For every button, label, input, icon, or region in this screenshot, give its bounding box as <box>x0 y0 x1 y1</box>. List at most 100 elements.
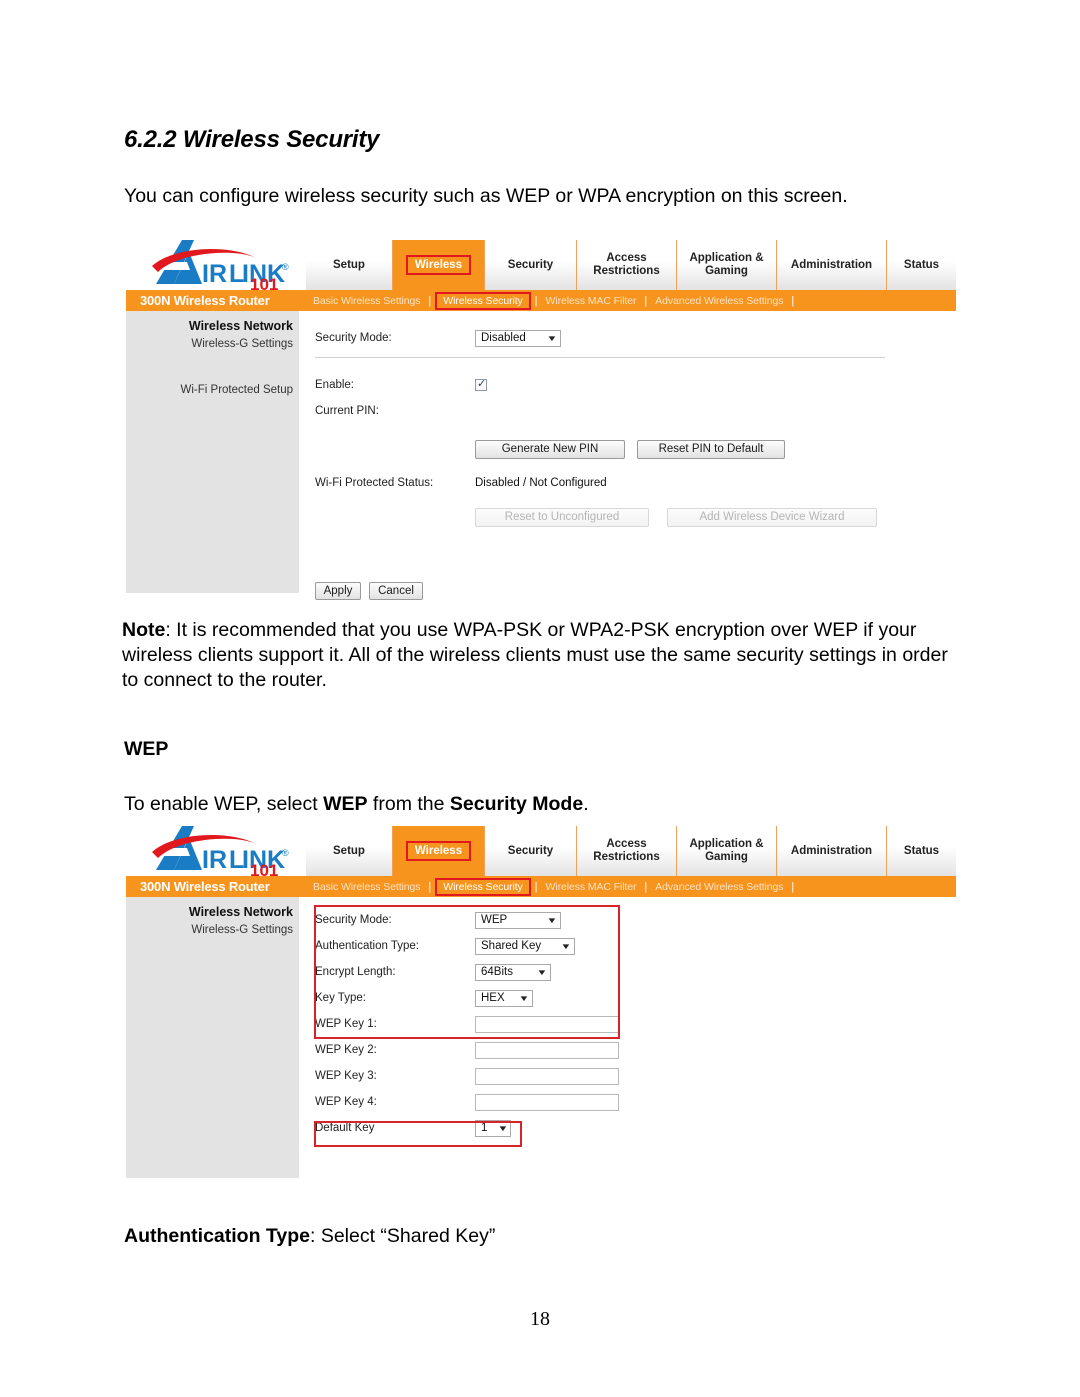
tab-setup-2[interactable]: Setup <box>306 826 392 876</box>
sub-tab-separator: | <box>791 880 795 893</box>
wep-instruction: To enable WEP, select WEP from the Secur… <box>124 792 954 817</box>
reset-to-unconfigured-button[interactable]: Reset to Unconfigured <box>475 507 649 527</box>
subtab-wireless-security[interactable]: Wireless Security <box>435 291 531 310</box>
airlink-logo-2: IR L INK ® 101 <box>144 820 304 876</box>
subtab-advanced-wireless-settings-2[interactable]: Advanced Wireless Settings <box>648 881 790 893</box>
wep-instruction-bold2: Security Mode <box>449 793 584 815</box>
note-label: Note <box>122 619 166 641</box>
authentication-type-select[interactable]: Shared Key ▼ <box>475 937 575 955</box>
tab-status-label: Status <box>903 258 940 271</box>
tab-administration-2[interactable]: Administration <box>776 826 886 876</box>
enable-checkbox[interactable] <box>475 377 487 391</box>
sub-tab-bar[interactable]: 300N Wireless Router Basic Wireless Sett… <box>126 290 956 311</box>
security-mode-select-wep[interactable]: WEP ▼ <box>475 911 561 929</box>
sidebar-title-2: Wireless Network <box>188 905 293 919</box>
tab-access-restrictions-2[interactable]: Access Restrictions <box>576 826 676 876</box>
subtab-advanced-wireless-settings[interactable]: Advanced Wireless Settings <box>648 295 790 307</box>
document-page: 6.2.2 Wireless Security You can configur… <box>0 0 1080 1397</box>
main-tab-bar-2[interactable]: Setup Wireless Security Access Restricti… <box>306 826 956 876</box>
subtab-wireless-mac-filter[interactable]: Wireless MAC Filter <box>539 295 644 307</box>
main-tab-bar[interactable]: Setup Wireless Security Access Restricti… <box>306 240 956 290</box>
airlink-logo: IR L INK ® 101 <box>144 234 304 290</box>
svg-text:®: ® <box>282 262 289 272</box>
authentication-type-note: Authentication Type: Select “Shared Key” <box>124 1224 954 1249</box>
add-wireless-device-wizard-button[interactable]: Add Wireless Device Wizard <box>667 507 877 527</box>
tab-application-gaming-2[interactable]: Application & Gaming <box>676 826 776 876</box>
sidebar-item-wifi-protected-setup[interactable]: Wi-Fi Protected Setup <box>126 384 299 396</box>
subtab-wireless-security-2[interactable]: Wireless Security <box>435 877 531 896</box>
row-authentication-type: Authentication Type: Shared Key ▼ <box>315 933 956 959</box>
tab-status-2[interactable]: Status <box>886 826 956 876</box>
subtab-basic-wireless-settings-2[interactable]: Basic Wireless Settings <box>306 881 427 893</box>
default-key-value: 1 <box>481 1121 488 1134</box>
key-type-select[interactable]: HEX ▼ <box>475 989 533 1007</box>
row-apply-cancel: Apply Cancel <box>315 578 956 604</box>
chevron-down-icon: ▼ <box>518 993 530 1003</box>
tab-wireless[interactable]: Wireless <box>392 240 484 290</box>
sidebar: Wireless Network Wireless-G Settings Wi-… <box>126 311 299 593</box>
sub-tab-bar-2[interactable]: 300N Wireless Router Basic Wireless Sett… <box>126 876 956 897</box>
wep-key-1-label: WEP Key 1: <box>315 1018 377 1030</box>
tab-setup-label-2: Setup <box>333 844 365 857</box>
tab-administration[interactable]: Administration <box>776 240 886 290</box>
tab-setup[interactable]: Setup <box>306 240 392 290</box>
tab-security[interactable]: Security <box>484 240 576 290</box>
wep-instruction-mid: from the <box>367 793 450 815</box>
router-header: IR L INK ® 101 Setup Wireless Security A… <box>126 232 956 290</box>
key-type-value: HEX <box>481 991 505 1004</box>
intro-paragraph: You can configure wireless security such… <box>124 185 848 207</box>
tab-access-restrictions[interactable]: Access Restrictions <box>576 240 676 290</box>
subtab-basic-wireless-settings[interactable]: Basic Wireless Settings <box>306 295 427 307</box>
tab-wireless-2[interactable]: Wireless <box>392 826 484 876</box>
tab-status-label-2: Status <box>903 844 940 857</box>
router-header-2: IR L INK ® 101 Setup Wireless Security A… <box>126 818 956 876</box>
subtab-wireless-mac-filter-2[interactable]: Wireless MAC Filter <box>539 881 644 893</box>
tab-security-2[interactable]: Security <box>484 826 576 876</box>
security-mode-select[interactable]: Disabled ▼ <box>475 329 561 347</box>
tab-access-restrictions-label-2: Access Restrictions <box>593 838 660 863</box>
enable-label: Enable: <box>315 379 355 391</box>
sidebar-item-wireless-g-settings-2[interactable]: Wireless-G Settings <box>126 924 299 936</box>
tab-security-label: Security <box>507 258 554 271</box>
sidebar-item-wireless-g-settings[interactable]: Wireless-G Settings <box>126 338 299 350</box>
wep-section-heading: WEP <box>124 738 169 760</box>
authentication-type-note-label: Authentication Type <box>124 1225 310 1247</box>
device-name-2: 300N Wireless Router <box>140 879 270 894</box>
authentication-type-value: Shared Key <box>481 939 542 952</box>
chevron-down-icon: ▼ <box>536 967 548 977</box>
security-mode-label: Security Mode: <box>315 332 392 344</box>
wep-key-3-label: WEP Key 3: <box>315 1070 377 1082</box>
tab-wireless-label: Wireless <box>405 255 472 275</box>
tab-application-gaming-label: Application & Gaming <box>689 252 764 277</box>
tab-status[interactable]: Status <box>886 240 956 290</box>
wep-key-4-input[interactable] <box>475 1093 619 1111</box>
encrypt-length-select[interactable]: 64Bits ▼ <box>475 963 551 981</box>
cancel-button[interactable]: Cancel <box>369 582 423 600</box>
reset-pin-to-default-button[interactable]: Reset PIN to Default <box>637 439 785 459</box>
wifi-protected-status-value: Disabled / Not Configured <box>475 477 607 489</box>
row-wps-status: Wi-Fi Protected Status: Disabled / Not C… <box>315 470 956 496</box>
generate-new-pin-button[interactable]: Generate New PIN <box>475 439 625 459</box>
row-default-key: Default Key 1 ▼ <box>315 1115 956 1141</box>
apply-button[interactable]: Apply <box>315 582 361 600</box>
chevron-down-icon: ▼ <box>546 915 558 925</box>
settings-form-wep: Security Mode: WEP ▼ Authentication Type… <box>299 897 956 1178</box>
router-screenshot-wep: IR L INK ® 101 Setup Wireless Security A… <box>126 818 956 1178</box>
row-wep-key-4: WEP Key 4: <box>315 1089 956 1115</box>
encrypt-length-value: 64Bits <box>481 965 513 978</box>
row-key-type: Key Type: HEX ▼ <box>315 985 956 1011</box>
wep-instruction-pre: To enable WEP, select <box>124 793 324 815</box>
row-security-mode-wep: Security Mode: WEP ▼ <box>315 907 956 933</box>
wep-key-2-input[interactable] <box>475 1041 619 1059</box>
wep-key-3-input[interactable] <box>475 1067 619 1085</box>
sub-tab-links[interactable]: Basic Wireless Settings | Wireless Secur… <box>306 290 795 311</box>
wep-key-1-input[interactable] <box>475 1015 619 1033</box>
tab-application-gaming[interactable]: Application & Gaming <box>676 240 776 290</box>
page-title: 6.2.2 Wireless Security <box>124 126 380 153</box>
tab-administration-label-2: Administration <box>790 844 873 857</box>
current-pin-label: Current PIN: <box>315 405 379 417</box>
sub-tab-links-2[interactable]: Basic Wireless Settings | Wireless Secur… <box>306 876 795 897</box>
row-encrypt-length: Encrypt Length: 64Bits ▼ <box>315 959 956 985</box>
default-key-select[interactable]: 1 ▼ <box>475 1119 511 1137</box>
svg-text:®: ® <box>282 848 289 858</box>
